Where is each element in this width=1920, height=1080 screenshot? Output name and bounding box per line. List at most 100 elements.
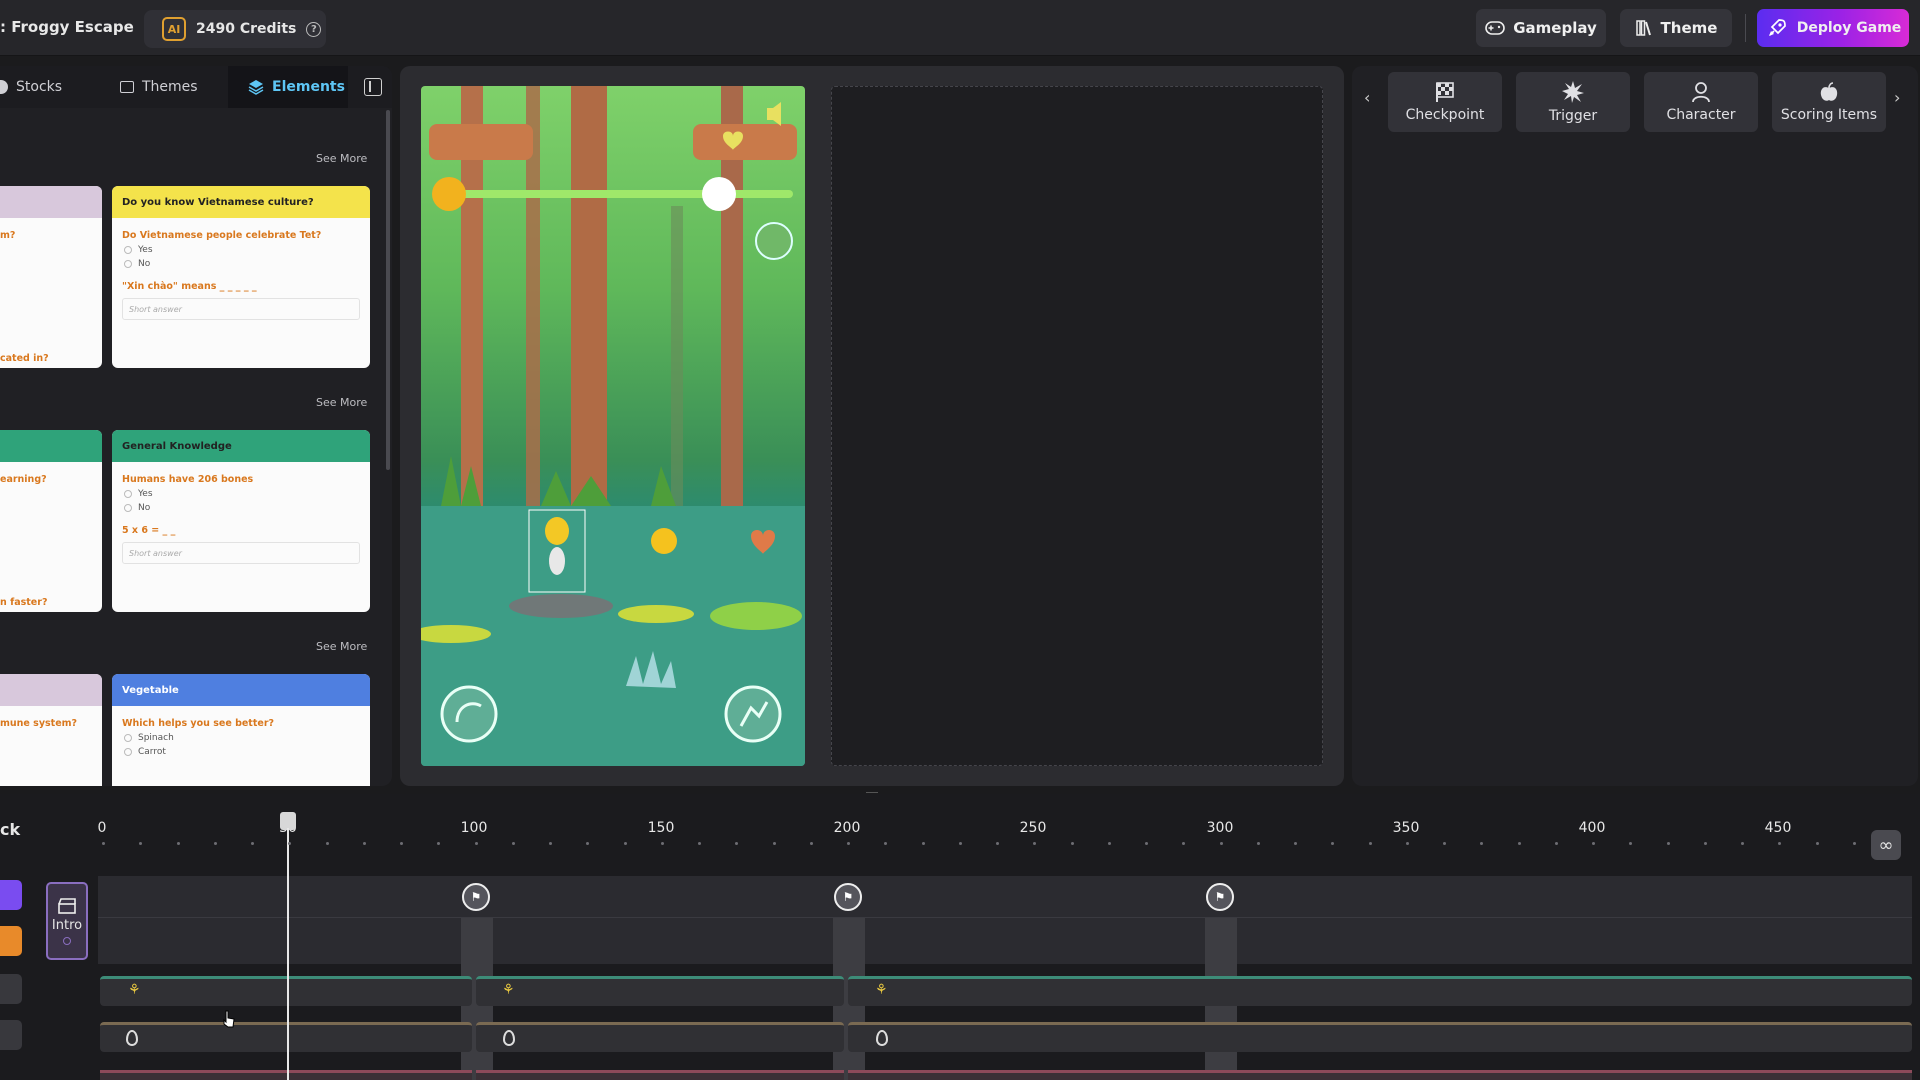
- wooden-sign: [429, 124, 533, 160]
- coin-icon: [651, 528, 677, 554]
- side-question: mune system?: [0, 718, 78, 729]
- mouse-cursor-icon: [223, 1010, 235, 1028]
- tab-themes[interactable]: Themes: [120, 66, 198, 108]
- card-question: 5 x 6 = _ _: [122, 525, 176, 536]
- tick-label: 200: [833, 820, 861, 836]
- card-title: General Knowledge: [112, 430, 370, 462]
- radio-icon: [124, 246, 132, 254]
- card-question: Humans have 206 bones: [122, 474, 254, 485]
- empty-screen-slot[interactable]: [831, 86, 1323, 766]
- game-preview[interactable]: [421, 86, 805, 766]
- rocket-icon: [1768, 19, 1786, 36]
- ai-icon: AI: [162, 17, 186, 41]
- book-icon: [120, 81, 134, 93]
- timeline-segment[interactable]: [476, 1022, 844, 1052]
- top-bar: : Froggy Escape AI 2490 Credits ? Gamepl…: [0, 0, 1920, 56]
- track-handle[interactable]: [0, 974, 22, 1004]
- progress-knob[interactable]: [702, 177, 736, 211]
- credits-badge[interactable]: AI 2490 Credits ?: [144, 10, 326, 48]
- tick-label: 350: [1392, 820, 1420, 836]
- timeline-segment[interactable]: [848, 1070, 1912, 1080]
- trigger-element[interactable]: Trigger: [1516, 72, 1630, 132]
- gameplay-label: Gameplay: [1513, 19, 1597, 37]
- gameplay-button[interactable]: Gameplay: [1476, 9, 1606, 47]
- tab-stocks-label: Stocks: [16, 79, 63, 95]
- tick-dot: [288, 842, 292, 845]
- help-icon[interactable]: ?: [306, 21, 322, 37]
- jump-right-button[interactable]: [724, 685, 782, 743]
- water-drop-icon: [126, 1030, 138, 1046]
- tick-dot: [1517, 842, 1521, 845]
- timeline-segment[interactable]: [100, 1070, 472, 1080]
- stocks-icon: [0, 80, 8, 94]
- tick-dot: [1852, 842, 1856, 845]
- rock: [509, 594, 613, 618]
- intro-label: Intro: [51, 917, 83, 933]
- checkpoint-track: [98, 876, 1912, 918]
- chevron-right-icon[interactable]: ›: [1894, 88, 1900, 107]
- timeline-segment[interactable]: [476, 976, 844, 1006]
- radio-icon: [124, 490, 132, 498]
- quiz-card[interactable]: Do you know Vietnamese culture? Do Vietn…: [112, 186, 370, 368]
- loop-icon[interactable]: ∞: [1871, 830, 1901, 860]
- deploy-label: Deploy Game: [1796, 20, 1902, 36]
- card-title: Do you know Vietnamese culture?: [112, 186, 370, 218]
- track-handle[interactable]: [0, 880, 22, 910]
- timeline-segment[interactable]: [848, 976, 1912, 1006]
- books-icon: [1635, 20, 1651, 36]
- see-more-link[interactable]: See More: [316, 152, 367, 165]
- scrollbar[interactable]: [386, 110, 390, 470]
- timeline-panel: ck 0 50 100 150 200 250 300 350 400 450 …: [0, 794, 1920, 1080]
- collapse-panel-icon[interactable]: [364, 78, 382, 96]
- tab-elements[interactable]: Elements: [228, 66, 348, 108]
- credits-label: 2490 Credits: [196, 21, 297, 37]
- track-handle[interactable]: [0, 1020, 22, 1050]
- tick-dot: [1256, 842, 1260, 845]
- radio-icon: [124, 748, 132, 756]
- event-track: [98, 918, 1912, 964]
- quiz-card[interactable]: Vegetable Which helps you see better? Sp…: [112, 674, 370, 786]
- tick-dot: [213, 842, 217, 845]
- see-more-link[interactable]: See More: [316, 640, 367, 653]
- frog-character[interactable]: [545, 517, 569, 545]
- water-drop-icon: [503, 1030, 515, 1046]
- tick-dot: [735, 842, 739, 845]
- quiz-card-partial[interactable]: mune system?: [0, 674, 102, 786]
- timeline-segment[interactable]: [100, 976, 472, 1006]
- timeline-segment[interactable]: [848, 1022, 1912, 1052]
- timeline-segment[interactable]: [100, 1022, 472, 1052]
- see-more-link[interactable]: See More: [316, 396, 367, 409]
- chevron-left-icon[interactable]: ‹: [1364, 88, 1370, 107]
- short-answer-field: Short answer: [122, 298, 360, 320]
- timeline-segment[interactable]: [476, 1070, 844, 1080]
- radio-icon: [124, 260, 132, 268]
- checkpoint-element[interactable]: Checkpoint: [1388, 72, 1502, 132]
- tick-dot: [1629, 842, 1633, 845]
- option: Carrot: [124, 747, 358, 757]
- character-label: Character: [1666, 107, 1736, 123]
- character-element[interactable]: Character: [1644, 72, 1758, 132]
- tree-trunk: [671, 206, 683, 506]
- checkpoint-flag-icon[interactable]: ⚑: [1206, 883, 1234, 911]
- quiz-card-partial[interactable]: earning? n faster?: [0, 430, 102, 612]
- tick-dot: [1592, 842, 1595, 845]
- quiz-card[interactable]: General Knowledge Humans have 206 bones …: [112, 430, 370, 612]
- quiz-card-partial[interactable]: m? cated in?: [0, 186, 102, 368]
- jump-left-button[interactable]: [440, 685, 498, 743]
- tick-label: 150: [647, 820, 675, 836]
- scoring-items-element[interactable]: Scoring Items: [1772, 72, 1886, 132]
- tick-dot: [139, 842, 143, 845]
- track-handle[interactable]: [0, 926, 22, 956]
- water-drop-icon: [876, 1030, 888, 1046]
- shield-icon: [755, 222, 793, 260]
- theme-button[interactable]: Theme: [1620, 9, 1732, 47]
- sound-icon[interactable]: [767, 102, 781, 126]
- tab-stocks[interactable]: Stocks: [0, 66, 62, 108]
- deploy-game-button[interactable]: Deploy Game: [1757, 9, 1909, 47]
- crocodile: [618, 605, 694, 623]
- side-question: cated in?: [0, 353, 49, 364]
- checkpoint-flag-icon[interactable]: ⚑: [462, 883, 490, 911]
- layers-icon: [248, 80, 264, 95]
- checkpoint-flag-icon[interactable]: ⚑: [834, 883, 862, 911]
- intro-block[interactable]: Intro: [46, 882, 88, 960]
